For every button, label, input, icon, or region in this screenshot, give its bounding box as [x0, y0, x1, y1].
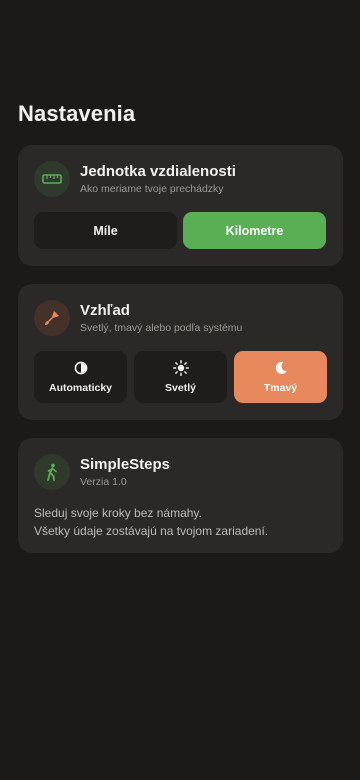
- theme-auto-label: Automaticky: [48, 382, 112, 394]
- distance-unit-title: Jednotka vzdialenosti: [80, 162, 236, 180]
- app-name: SimpleSteps: [80, 455, 171, 473]
- about-header: SimpleSteps Verzia 1.0: [34, 454, 170, 490]
- kilometers-option-button[interactable]: Kilometre: [183, 212, 326, 249]
- theme-dark-label: Tmavý: [263, 382, 298, 394]
- distance-unit-header: Jednotka vzdialenosti Ako meriame tvoje …: [34, 161, 236, 197]
- theme-dark-button[interactable]: Tmavý: [234, 351, 327, 403]
- miles-option-button[interactable]: Míle: [34, 212, 177, 249]
- appearance-subtitle: Svetlý, tmavý alebo podľa systému: [80, 321, 243, 334]
- theme-auto-button[interactable]: Automaticky: [34, 351, 127, 403]
- about-line-1: Sleduj svoje kroky bez námahy.: [34, 506, 202, 520]
- app-version: Verzia 1.0: [80, 475, 127, 488]
- distance-unit-card: Jednotka vzdialenosti Ako meriame tvoje …: [18, 145, 343, 266]
- miles-option-label: Míle: [93, 223, 118, 238]
- walking-person-icon: [34, 454, 70, 490]
- about-line-2: Všetky údaje zostávajú na tvojom zariade…: [34, 524, 269, 538]
- moon-icon: [274, 360, 288, 376]
- about-description: Sleduj svoje kroky bez námahy. Všetky úd…: [34, 504, 268, 540]
- about-card: SimpleSteps Verzia 1.0 Sleduj svoje krok…: [18, 438, 343, 553]
- appearance-header: Vzhľad Svetlý, tmavý alebo podľa systému: [34, 300, 242, 336]
- settings-screen: Nastavenia Jednotka vzdialenosti Ako mer…: [0, 0, 360, 780]
- page-title: Nastavenia: [18, 101, 136, 126]
- theme-light-label: Svetlý: [165, 382, 196, 394]
- appearance-card: Vzhľad Svetlý, tmavý alebo podľa systému…: [18, 284, 343, 420]
- sun-icon: [172, 360, 189, 376]
- appearance-title: Vzhľad: [80, 301, 130, 319]
- theme-light-button[interactable]: Svetlý: [134, 351, 227, 403]
- half-circle-icon: [74, 360, 88, 376]
- distance-unit-subtitle: Ako meriame tvoje prechádzky: [80, 182, 224, 195]
- kilometers-option-label: Kilometre: [225, 223, 284, 238]
- ruler-icon: [34, 161, 70, 197]
- paint-brush-icon: [34, 300, 70, 336]
